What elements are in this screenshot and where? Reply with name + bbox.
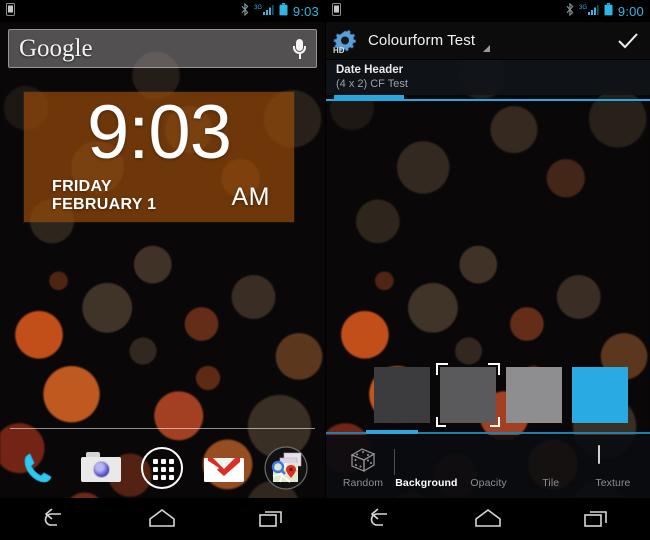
diagonal-stripes-icon (536, 446, 566, 474)
bluetooth-icon (241, 2, 249, 19)
swatch-cyan[interactable] (572, 367, 628, 423)
color-swatch-strip (326, 363, 650, 427)
tool-label: Random (342, 477, 384, 489)
nav-home-button[interactable] (465, 505, 511, 533)
navigation-bar-right (326, 498, 650, 540)
tool-opacity[interactable]: Opacity (458, 446, 520, 489)
gmail-icon (204, 458, 245, 482)
dropdown-caret-icon[interactable] (483, 45, 491, 52)
android-home-screen-panel: 3G 9:03 Google 9:03 FRIDAY FEBRUARY 1 AM (0, 0, 325, 540)
google-logo: Google (19, 35, 93, 62)
color-wheel-icon (411, 446, 441, 474)
top-tab-indicator (326, 95, 650, 101)
gear-hd-icon: HD (332, 28, 358, 55)
dock-item-apps[interactable] (140, 446, 184, 490)
clock-widget-home[interactable]: 9:03 FRIDAY FEBRUARY 1 AM (24, 92, 294, 222)
editor-toolbar: Random Background Opacity Tile Texture (326, 435, 650, 498)
nav-recents-button[interactable] (573, 505, 619, 533)
widget-colon: : (128, 92, 149, 175)
widget-hour: 9 (87, 92, 129, 175)
widget-ampm: AM (231, 183, 270, 211)
status-clock: 9:00 (617, 3, 644, 19)
dock-item-gmail[interactable] (202, 446, 246, 490)
widget-date-block: FRIDAY FEBRUARY 1 (52, 178, 156, 214)
3g-signal-icon: 3G (579, 3, 599, 19)
nav-recents-button[interactable] (248, 505, 294, 533)
nav-back-button[interactable] (31, 505, 77, 533)
tool-tile[interactable]: Tile (520, 446, 582, 489)
tab-indicator-rule (326, 99, 650, 101)
status-clock: 9:03 (292, 3, 319, 19)
widget-minute: 03 (148, 92, 232, 175)
widget-day: FRIDAY (52, 178, 112, 196)
tool-label: Texture (595, 477, 631, 489)
microphone-icon[interactable] (293, 38, 306, 60)
nav-home-button[interactable] (139, 505, 185, 533)
tool-background[interactable]: Background (395, 446, 457, 489)
dock-divider (10, 428, 315, 429)
swatch-light-gray[interactable] (506, 367, 562, 423)
checkerboard-icon (474, 446, 504, 474)
dock-item-maps[interactable] (264, 446, 308, 490)
rounded-rect-icon (597, 445, 628, 474)
widget-month-day: FEBRUARY 1 (52, 196, 157, 214)
swatch-dark-gray[interactable] (374, 367, 430, 423)
colourform-editor-panel: 3G 9:00 HD Colourform Test Date Header (… (325, 0, 650, 540)
google-search-bar[interactable]: Google (8, 29, 317, 68)
dock-item-camera[interactable] (79, 446, 123, 490)
screenshot-root: 3G 9:03 Google 9:03 FRIDAY FEBRUARY 1 AM… (0, 0, 650, 540)
confirm-checkmark-button[interactable] (616, 31, 640, 51)
svg-text:3G: 3G (579, 5, 587, 11)
tool-label: Opacity (470, 477, 507, 489)
status-bar-right: 3G 9:00 (326, 0, 650, 22)
3g-signal-icon: 3G (254, 3, 274, 19)
battery-icon (604, 3, 613, 19)
widget-info-subtitle: (4 x 2) CF Test (336, 78, 408, 90)
phone-icon (24, 453, 52, 483)
app-title: Colourform Test (368, 32, 476, 49)
swatch-mid-gray[interactable] (436, 363, 500, 427)
bluetooth-icon (566, 2, 574, 19)
maps-icon (264, 446, 308, 490)
svg-text:HD: HD (333, 46, 345, 54)
tool-texture[interactable]: Texture (582, 445, 644, 489)
widget-time: 9:03 (24, 95, 294, 171)
dice-icon (348, 446, 378, 474)
dock-left (0, 437, 325, 499)
dock-item-phone[interactable] (17, 446, 61, 490)
action-bar: HD Colourform Test (326, 22, 650, 60)
widget-info-title: Date Header (336, 64, 404, 76)
navigation-bar-left (0, 498, 325, 540)
tool-label: Tile (542, 477, 560, 489)
tool-label: Background (395, 477, 458, 489)
status-bar-left: 3G 9:03 (0, 0, 325, 22)
app-drawer-icon (141, 447, 184, 489)
svg-text:3G: 3G (254, 5, 262, 11)
sim-card-icon (6, 3, 15, 19)
nav-back-button[interactable] (357, 505, 403, 533)
tool-random[interactable]: Random (332, 446, 394, 489)
widget-info-header: Date Header (4 x 2) CF Test (326, 60, 650, 95)
battery-icon (279, 3, 288, 19)
sim-card-icon (332, 3, 341, 19)
